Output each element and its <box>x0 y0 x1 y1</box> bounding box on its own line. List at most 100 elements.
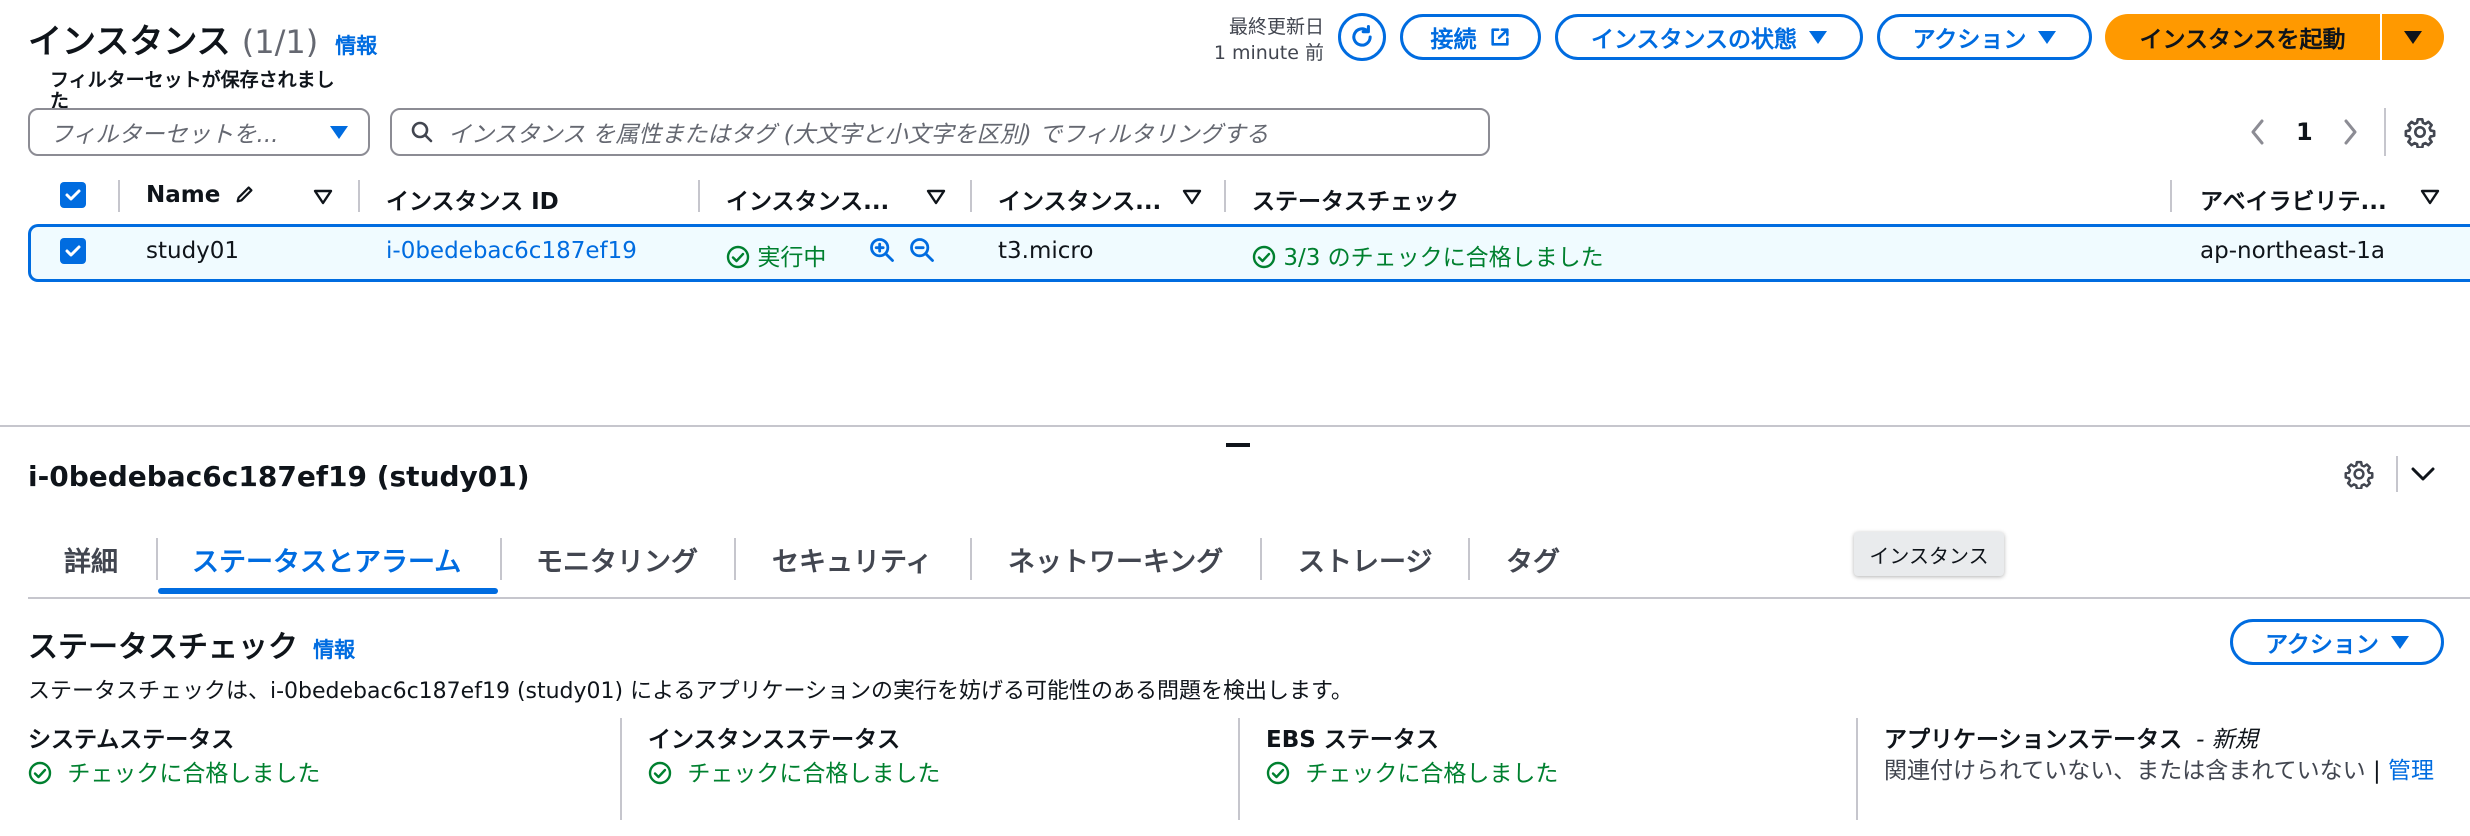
split-panel-border <box>0 425 2470 427</box>
search-placeholder: インスタンス を属性またはタグ (大文字と小文字を区別) でフィルタリングする <box>448 122 1269 148</box>
ebs-status-label: EBS ステータス <box>1266 727 1439 753</box>
column-header-instance-state[interactable]: インスタンス... <box>726 182 889 216</box>
tab-divider <box>1260 538 1262 580</box>
edit-pencil-icon <box>236 186 253 203</box>
last-updated-label: 最終更新日 <box>1228 16 1324 38</box>
status-check-title: ステータスチェック <box>28 630 298 665</box>
app-status-label: アプリケーションステータス <box>1884 727 2183 753</box>
chevron-right-icon[interactable] <box>2340 117 2360 147</box>
column-divider <box>620 718 622 820</box>
instance-state-label: インスタンスの状態 <box>1590 27 1798 53</box>
status-actions-button[interactable]: アクション <box>2230 619 2444 665</box>
divider <box>2384 108 2386 156</box>
column-divider <box>1238 718 1240 820</box>
tab-networking[interactable]: ネットワーキング <box>1008 540 1223 579</box>
app-status-new-badge: - 新規 <box>2196 727 2258 753</box>
zoom-out-icon[interactable] <box>908 236 936 264</box>
tab-monitoring[interactable]: モニタリング <box>536 540 698 579</box>
status-check-description: ステータスチェックは、i-0bedebac6c187ef19 (study01)… <box>28 679 1353 704</box>
chevron-down-icon[interactable] <box>2408 462 2438 486</box>
cell-instance-state: 実行中 <box>726 238 826 272</box>
gear-icon[interactable] <box>2404 116 2436 148</box>
column-header-instance-id[interactable]: インスタンス ID <box>386 182 559 216</box>
check-circle-icon <box>648 761 672 785</box>
chevron-left-icon[interactable] <box>2248 117 2268 147</box>
tab-divider <box>970 538 972 580</box>
actions-label: アクション <box>1912 27 2027 53</box>
search-input[interactable]: インスタンス を属性またはタグ (大文字と小文字を区別) でフィルタリングする <box>390 108 1490 156</box>
check-circle-icon <box>28 761 52 785</box>
saved-filter-set-select[interactable]: フィルターセットを... <box>28 108 370 156</box>
sort-caret-icon[interactable] <box>313 189 333 205</box>
cell-instance-type: t3.micro <box>998 238 1094 264</box>
app-status-value: 関連付けられていない、または含まれていない | 管理 <box>1884 758 2434 784</box>
external-link-icon <box>1490 28 1509 46</box>
tab-security[interactable]: セキュリティ <box>772 540 932 579</box>
column-header-availability-zone[interactable]: アベイラビリテ... <box>2200 182 2387 216</box>
check-circle-icon <box>1252 245 1276 269</box>
ebs-status-value: チェックに合格しました <box>1266 754 1558 788</box>
saved-filter-set-label: フィルターセットが保存されました <box>50 69 335 112</box>
details-title: i-0bedebac6c187ef19 (study01) <box>28 460 530 493</box>
check-circle-icon <box>1266 761 1290 785</box>
launch-dropdown-button[interactable] <box>2382 14 2444 60</box>
sort-caret-icon[interactable] <box>926 189 946 205</box>
search-icon <box>411 121 433 143</box>
last-updated: 最終更新日 1 minute 前 <box>1200 14 1324 66</box>
refresh-button[interactable] <box>1338 13 1386 61</box>
check-circle-icon <box>726 245 750 269</box>
active-tab-indicator <box>158 588 498 594</box>
column-header-status-check[interactable]: ステータスチェック <box>1252 182 1459 216</box>
tab-details[interactable]: 詳細 <box>64 540 118 579</box>
caret-down-icon <box>2038 30 2057 44</box>
sort-caret-icon[interactable] <box>1182 189 1202 205</box>
column-divider <box>970 180 972 212</box>
info-link[interactable]: 情報 <box>313 638 355 662</box>
caret-down-icon <box>330 125 348 139</box>
system-status-value: チェックに合格しました <box>28 754 320 788</box>
section-header: ステータスチェック 情報 <box>28 622 355 666</box>
instance-status-label: インスタンスステータス <box>648 727 901 753</box>
info-link[interactable]: 情報 <box>335 34 377 58</box>
tab-divider <box>500 538 502 580</box>
check-icon <box>65 189 81 201</box>
launch-instance-label: インスタンスを起動 <box>2139 27 2346 53</box>
manage-link[interactable]: 管理 <box>2388 758 2434 784</box>
launch-instance-button[interactable]: インスタンスを起動 <box>2105 14 2380 60</box>
instance-state-text: 実行中 <box>757 245 827 271</box>
instance-state-button[interactable]: インスタンスの状態 <box>1555 14 1863 60</box>
tabs-bottom-border <box>28 597 2470 599</box>
current-page-number[interactable]: 1 <box>2296 118 2313 146</box>
status-check-text: 3/3 のチェックに合格しました <box>1283 245 1604 271</box>
connect-label: 接続 <box>1430 27 1477 53</box>
split-panel-resize-handle[interactable] <box>1226 443 1250 447</box>
tab-divider <box>1468 538 1470 580</box>
column-divider <box>358 180 360 212</box>
gear-icon[interactable] <box>2344 459 2374 489</box>
column-header-instance-type[interactable]: インスタンス... <box>998 182 1161 216</box>
caret-down-icon <box>1809 30 1828 44</box>
tab-tags[interactable]: タグ <box>1506 540 1560 579</box>
instance-count: (1/1) <box>241 23 319 61</box>
tab-storage[interactable]: ストレージ <box>1298 540 1432 579</box>
instance-status-value: チェックに合格しました <box>648 754 940 788</box>
instance-id-link[interactable]: i-0bedebac6c187ef19 <box>386 238 637 264</box>
tab-divider <box>734 538 736 580</box>
check-icon <box>65 245 81 257</box>
select-all-checkbox[interactable] <box>60 182 86 208</box>
zoom-in-icon[interactable] <box>868 236 896 264</box>
cell-availability-zone: ap-northeast-1a <box>2200 238 2385 264</box>
tooltip: インスタンス <box>1854 532 2004 576</box>
tab-status-alarms[interactable]: ステータスとアラーム <box>192 540 461 579</box>
cell-status-check: 3/3 のチェックに合格しました <box>1252 238 1604 272</box>
column-header-name[interactable]: Name <box>146 182 256 208</box>
actions-button[interactable]: アクション <box>1877 14 2092 60</box>
sort-caret-icon[interactable] <box>2420 189 2440 205</box>
column-divider <box>1224 180 1226 212</box>
row-checkbox[interactable] <box>60 238 86 264</box>
page-title: インスタンス <box>28 22 231 62</box>
system-status-label: システムステータス <box>28 727 235 753</box>
connect-button[interactable]: 接続 <box>1400 14 1541 60</box>
refresh-icon <box>1352 24 1372 47</box>
column-divider <box>118 180 120 212</box>
